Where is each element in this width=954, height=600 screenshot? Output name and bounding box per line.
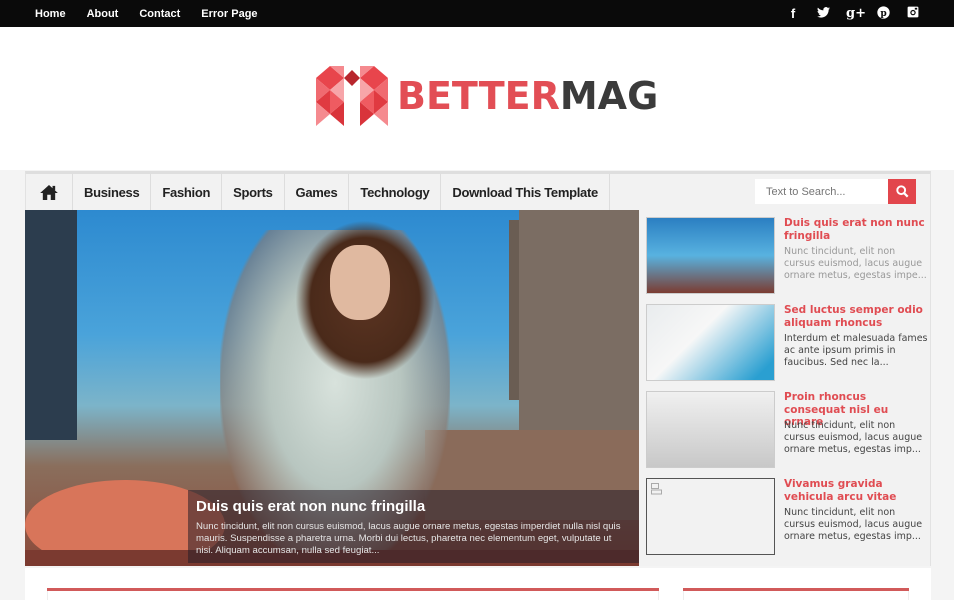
side-post: Vivamus gravida vehicula arcu vitae Nunc… [646,478,926,556]
side-post-excerpt: Nunc tincidunt, elit non cursus euismod,… [784,420,923,455]
facebook-icon[interactable]: f [786,6,800,21]
side-post-thumbnail[interactable] [646,391,775,468]
google-plus-icon[interactable]: g+ [846,6,866,21]
twitter-icon[interactable] [816,6,830,21]
instagram-icon[interactable] [906,6,920,21]
broken-image-icon [651,483,662,495]
side-post-excerpt: Nunc tincidunt, elit non cursus euismod,… [784,507,923,542]
nav-download-template[interactable]: Download This Template [441,174,610,210]
side-post-title[interactable]: Duis quis erat non nunc fringilla [784,217,929,242]
top-nav-error-page[interactable]: Error Page [201,8,257,20]
nav-business[interactable]: Business [73,174,152,210]
site-logo[interactable]: BETTERMAG [316,66,658,126]
nav-fashion[interactable]: Fashion [151,174,223,210]
side-post: Proin rhoncus consequat nisl eu ornare N… [646,391,926,469]
featured-title[interactable]: Duis quis erat non nunc fringilla [196,498,631,515]
nav-games[interactable]: Games [285,174,350,210]
side-post-title[interactable]: Vivamus gravida vehicula arcu vitae [784,478,929,503]
logo-text: BETTERMAG [397,74,658,118]
side-post: Duis quis erat non nunc fringilla Nunc t… [646,217,929,295]
logo-mark-icon [316,66,388,126]
search-button[interactable] [888,179,916,204]
top-nav-contact[interactable]: Contact [139,8,180,20]
sidebar-section-box [683,591,909,600]
logo-text-mag: MAG [559,74,659,118]
top-nav-about[interactable]: About [87,8,119,20]
featured-caption: Duis quis erat non nunc fringilla Nunc t… [188,490,639,563]
nav-sports[interactable]: Sports [222,174,285,210]
home-icon [40,184,58,200]
top-nav: Home About Contact Error Page [35,0,279,27]
side-post-thumbnail[interactable] [646,304,775,381]
nav-technology[interactable]: Technology [349,174,442,210]
search-icon [895,185,909,198]
svg-text:p: p [880,7,886,18]
top-bar: Home About Contact Error Page f g+ p [0,0,954,27]
hero-building-left [25,210,77,440]
search-input[interactable] [755,179,888,204]
side-posts: Duis quis erat non nunc fringilla Nunc t… [639,210,931,566]
side-post-thumbnail[interactable] [646,217,775,294]
side-post-title[interactable]: Sed luctus semper odio aliquam rhoncus [784,304,929,329]
nav-home[interactable] [26,174,73,210]
social-links: f g+ p [770,0,920,27]
hero-face [330,245,390,320]
side-post: Sed luctus semper odio aliquam rhoncus I… [646,304,929,382]
logo-text-better: BETTER [397,74,560,118]
side-post-thumbnail[interactable] [646,478,775,555]
side-post-excerpt: Nunc tincidunt, elit non cursus euismod,… [784,246,927,281]
top-nav-home[interactable]: Home [35,8,66,20]
pinterest-icon[interactable]: p [876,5,890,22]
main-section-box [47,591,659,600]
featured-excerpt: Nunc tincidunt, elit non cursus euismod,… [196,521,621,556]
side-post-excerpt: Interdum et malesuada fames ac ante ipsu… [784,333,928,368]
